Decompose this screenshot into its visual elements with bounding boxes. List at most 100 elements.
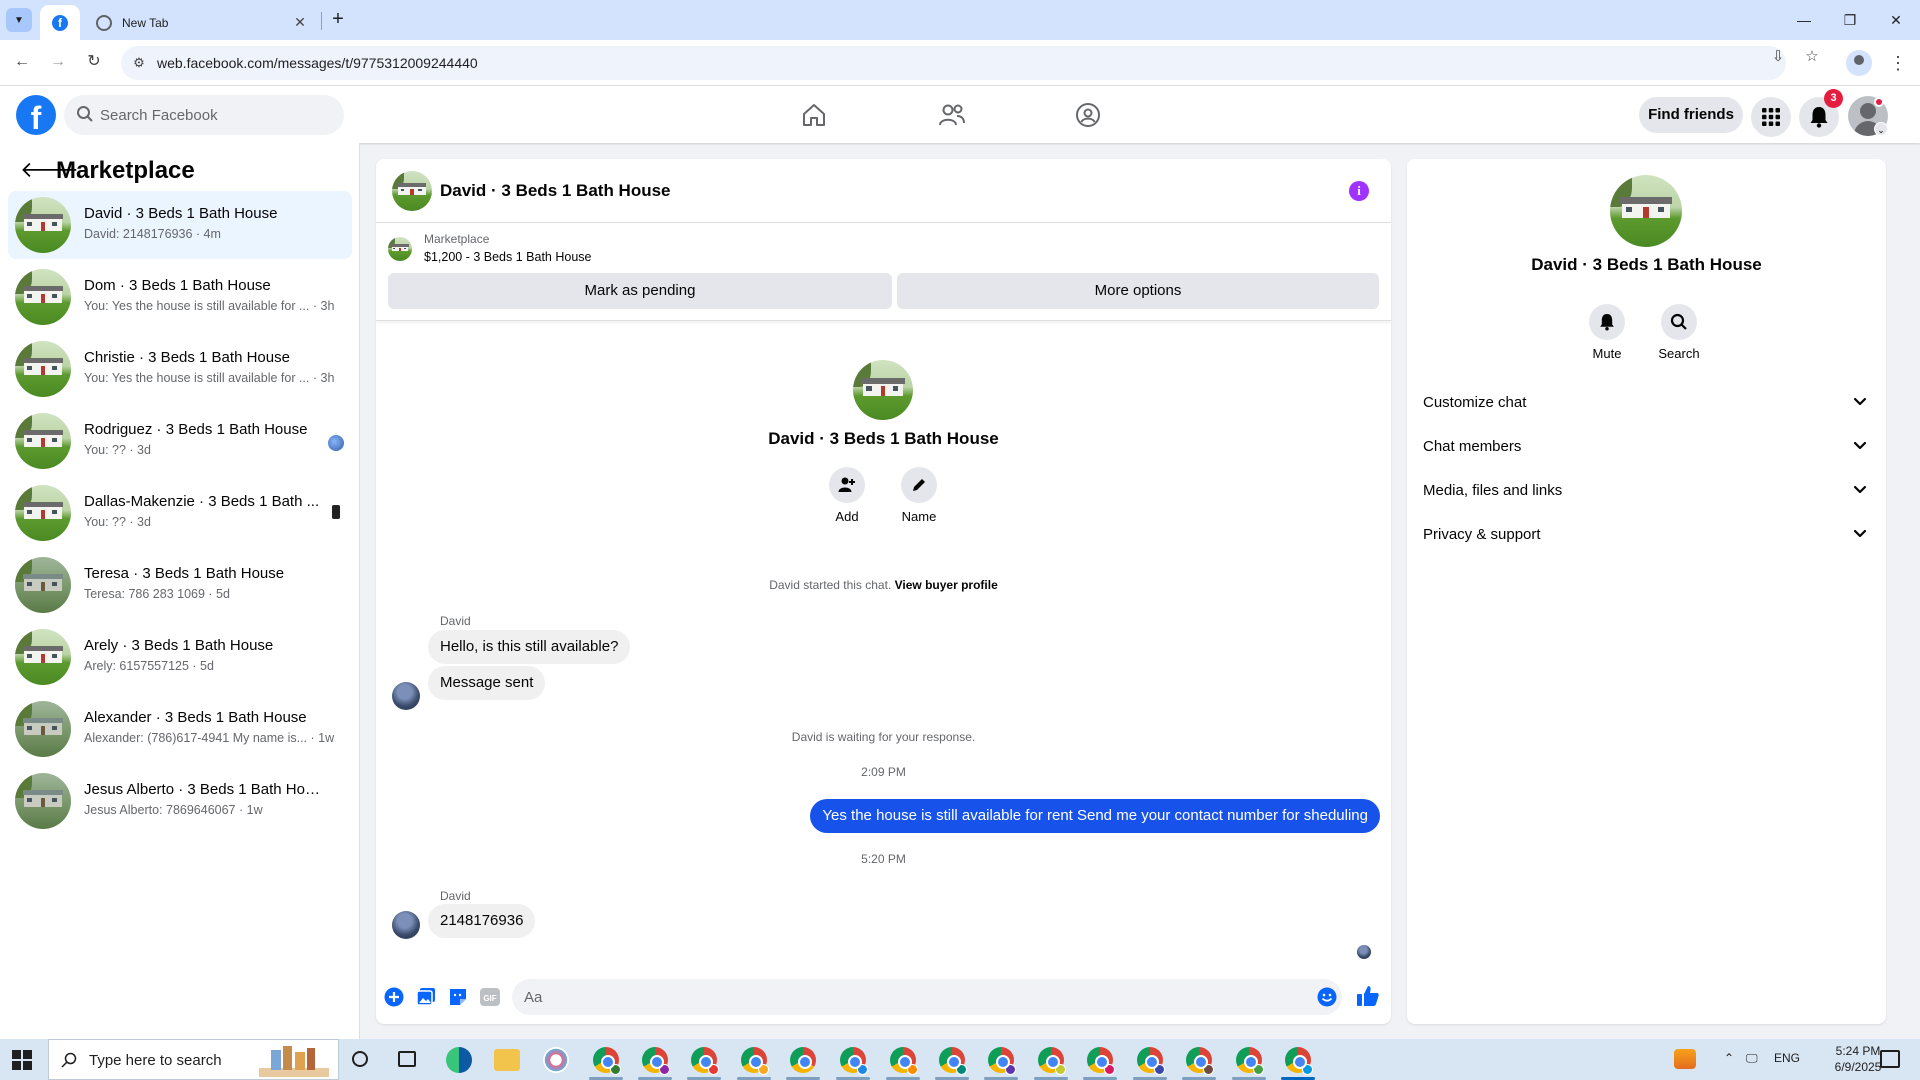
- listing-thumbnail[interactable]: [388, 237, 412, 261]
- details-section-row[interactable]: Customize chat: [1415, 381, 1878, 425]
- tab-search-button[interactable]: ▼: [6, 8, 32, 32]
- conversation-item[interactable]: Rodriguez · 3 Beds 1 Bath House You: ?? ·…: [8, 407, 352, 475]
- new-tab-button[interactable]: +: [326, 8, 350, 32]
- install-app-icon[interactable]: ⇩: [1768, 47, 1788, 67]
- nav-groups[interactable]: [1033, 86, 1143, 143]
- details-section-row[interactable]: Media, files and links: [1415, 469, 1878, 513]
- thumbs-up-icon[interactable]: [1356, 984, 1380, 1008]
- details-avatar[interactable]: [1610, 175, 1682, 247]
- details-section-row[interactable]: Privacy & support: [1415, 513, 1878, 557]
- chrome-icon[interactable]: [840, 1047, 868, 1075]
- view-buyer-profile-link[interactable]: View buyer profile: [895, 578, 998, 592]
- conversation-item[interactable]: Christie · 3 Beds 1 Bath House You: Yes t…: [8, 335, 352, 403]
- windows-start-icon[interactable]: [12, 1050, 32, 1070]
- tab-close-icon[interactable]: ✕: [292, 14, 308, 31]
- plus-circle-icon[interactable]: [384, 987, 404, 1007]
- forward-button[interactable]: →: [46, 50, 70, 74]
- sender-avatar[interactable]: [392, 911, 420, 939]
- action-center-icon[interactable]: [1880, 1050, 1900, 1068]
- back-arrow-icon[interactable]: 🡐: [20, 159, 79, 183]
- chrome-icon[interactable]: [1236, 1047, 1264, 1075]
- task-view-icon[interactable]: [398, 1051, 416, 1067]
- restore-button[interactable]: ❐: [1830, 8, 1870, 32]
- message-input[interactable]: [512, 979, 1342, 1015]
- site-info-icon[interactable]: ⚙: [131, 55, 147, 71]
- emoji-icon[interactable]: [1317, 987, 1337, 1007]
- chrome-icon[interactable]: [988, 1047, 1016, 1075]
- reload-button[interactable]: ↻: [82, 50, 106, 74]
- info-icon[interactable]: i: [1349, 181, 1369, 201]
- search-in-chat-button[interactable]: Search: [1649, 304, 1709, 361]
- conversation-item[interactable]: Dom · 3 Beds 1 Bath House You: Yes the ho…: [8, 263, 352, 331]
- outgoing-message[interactable]: Yes the house is still available for ren…: [810, 799, 1380, 833]
- tab-new-tab[interactable]: New Tab ✕: [84, 5, 320, 40]
- incoming-message[interactable]: Hello, is this still available?: [428, 630, 631, 664]
- chrome-icon[interactable]: [1087, 1047, 1115, 1075]
- find-friends-button[interactable]: Find friends: [1639, 97, 1743, 133]
- chrome-icon[interactable]: [939, 1047, 967, 1075]
- conversation-item[interactable]: Alexander · 3 Beds 1 Bath House Alexander…: [8, 695, 352, 763]
- sticker-icon[interactable]: [448, 987, 468, 1007]
- browser-menu-icon[interactable]: ⋮: [1888, 48, 1908, 78]
- chrome-icon[interactable]: [642, 1047, 670, 1075]
- conversation-item[interactable]: Teresa · 3 Beds 1 Bath House Teresa: 786 …: [8, 551, 352, 619]
- conversation-item[interactable]: Jesus Alberto · 3 Beds 1 Bath House Jesus…: [8, 767, 352, 835]
- conversation-item[interactable]: Arely · 3 Beds 1 Bath House Arely: 615755…: [8, 623, 352, 691]
- show-hidden-icons-icon[interactable]: ⌃: [1724, 1051, 1734, 1065]
- paint-app-icon[interactable]: [543, 1047, 569, 1073]
- keyboard-language[interactable]: ENG: [1774, 1051, 1800, 1065]
- cortana-icon[interactable]: [352, 1051, 368, 1067]
- tab-title: New Tab: [122, 15, 169, 30]
- chrome-icon[interactable]: [790, 1047, 816, 1073]
- add-person-button[interactable]: Add: [817, 467, 877, 524]
- listing-price-title[interactable]: $1,200 - 3 Beds 1 Bath House: [424, 250, 591, 264]
- tab-facebook[interactable]: f: [40, 5, 80, 40]
- taskbar-search[interactable]: Type here to search: [48, 1039, 339, 1080]
- facebook-search[interactable]: [64, 95, 344, 135]
- incoming-message[interactable]: Message sent: [428, 666, 546, 700]
- gif-icon[interactable]: GIF: [480, 987, 500, 1007]
- search-input[interactable]: [100, 95, 330, 135]
- chat-title[interactable]: David · 3 Beds 1 Bath House: [440, 181, 671, 201]
- profile-badge-icon: [659, 1064, 670, 1075]
- search-label: Search: [1658, 346, 1700, 361]
- intro-avatar[interactable]: [853, 360, 913, 420]
- minimize-button[interactable]: —: [1784, 8, 1824, 32]
- home-icon: [803, 103, 825, 126]
- conversation-item[interactable]: Dallas-Makenzie · 3 Beds 1 Bath ... You: …: [8, 479, 352, 547]
- conversation-item[interactable]: David · 3 Beds 1 Bath House David: 214817…: [8, 191, 352, 259]
- sender-avatar[interactable]: [392, 682, 420, 710]
- back-button[interactable]: ←: [10, 50, 34, 74]
- chrome-icon[interactable]: [593, 1047, 621, 1075]
- nav-friends[interactable]: [897, 86, 1007, 143]
- file-explorer-icon[interactable]: [494, 1049, 520, 1071]
- facebook-logo-icon[interactable]: f: [16, 95, 56, 135]
- details-section-row[interactable]: Chat members: [1415, 425, 1878, 469]
- incoming-message[interactable]: 2148176936: [428, 904, 536, 938]
- chrome-icon[interactable]: [1137, 1047, 1165, 1075]
- weather-icon[interactable]: [1674, 1049, 1696, 1069]
- chrome-icon[interactable]: [1186, 1047, 1214, 1075]
- close-window-button[interactable]: ✕: [1876, 8, 1916, 32]
- photo-icon[interactable]: [416, 987, 436, 1007]
- browser-profile-icon[interactable]: [1846, 50, 1872, 76]
- mark-as-pending-button[interactable]: Mark as pending: [388, 273, 892, 309]
- network-icon[interactable]: 🖵: [1746, 1051, 1758, 1066]
- edge-icon[interactable]: [446, 1047, 472, 1073]
- taskbar-search-text: Type here to search: [89, 1052, 222, 1069]
- more-options-button[interactable]: More options: [897, 273, 1379, 309]
- chrome-icon[interactable]: [1038, 1047, 1066, 1075]
- nav-home[interactable]: [759, 86, 869, 143]
- chevron-down-icon[interactable]: ⌄: [1874, 122, 1888, 136]
- edit-name-button[interactable]: Name: [889, 467, 949, 524]
- bookmark-star-icon[interactable]: ☆: [1802, 47, 1822, 67]
- chrome-icon[interactable]: [691, 1047, 719, 1075]
- chat-header-avatar[interactable]: [392, 171, 432, 211]
- url-text[interactable]: web.facebook.com/messages/t/977531200924…: [157, 55, 478, 71]
- chrome-icon[interactable]: [1285, 1047, 1313, 1075]
- address-bar[interactable]: ⚙ web.facebook.com/messages/t/9775312009…: [121, 46, 1786, 80]
- mute-button[interactable]: Mute: [1577, 304, 1637, 361]
- chrome-icon[interactable]: [741, 1047, 769, 1075]
- chrome-icon[interactable]: [890, 1047, 918, 1075]
- menu-button[interactable]: [1751, 97, 1791, 137]
